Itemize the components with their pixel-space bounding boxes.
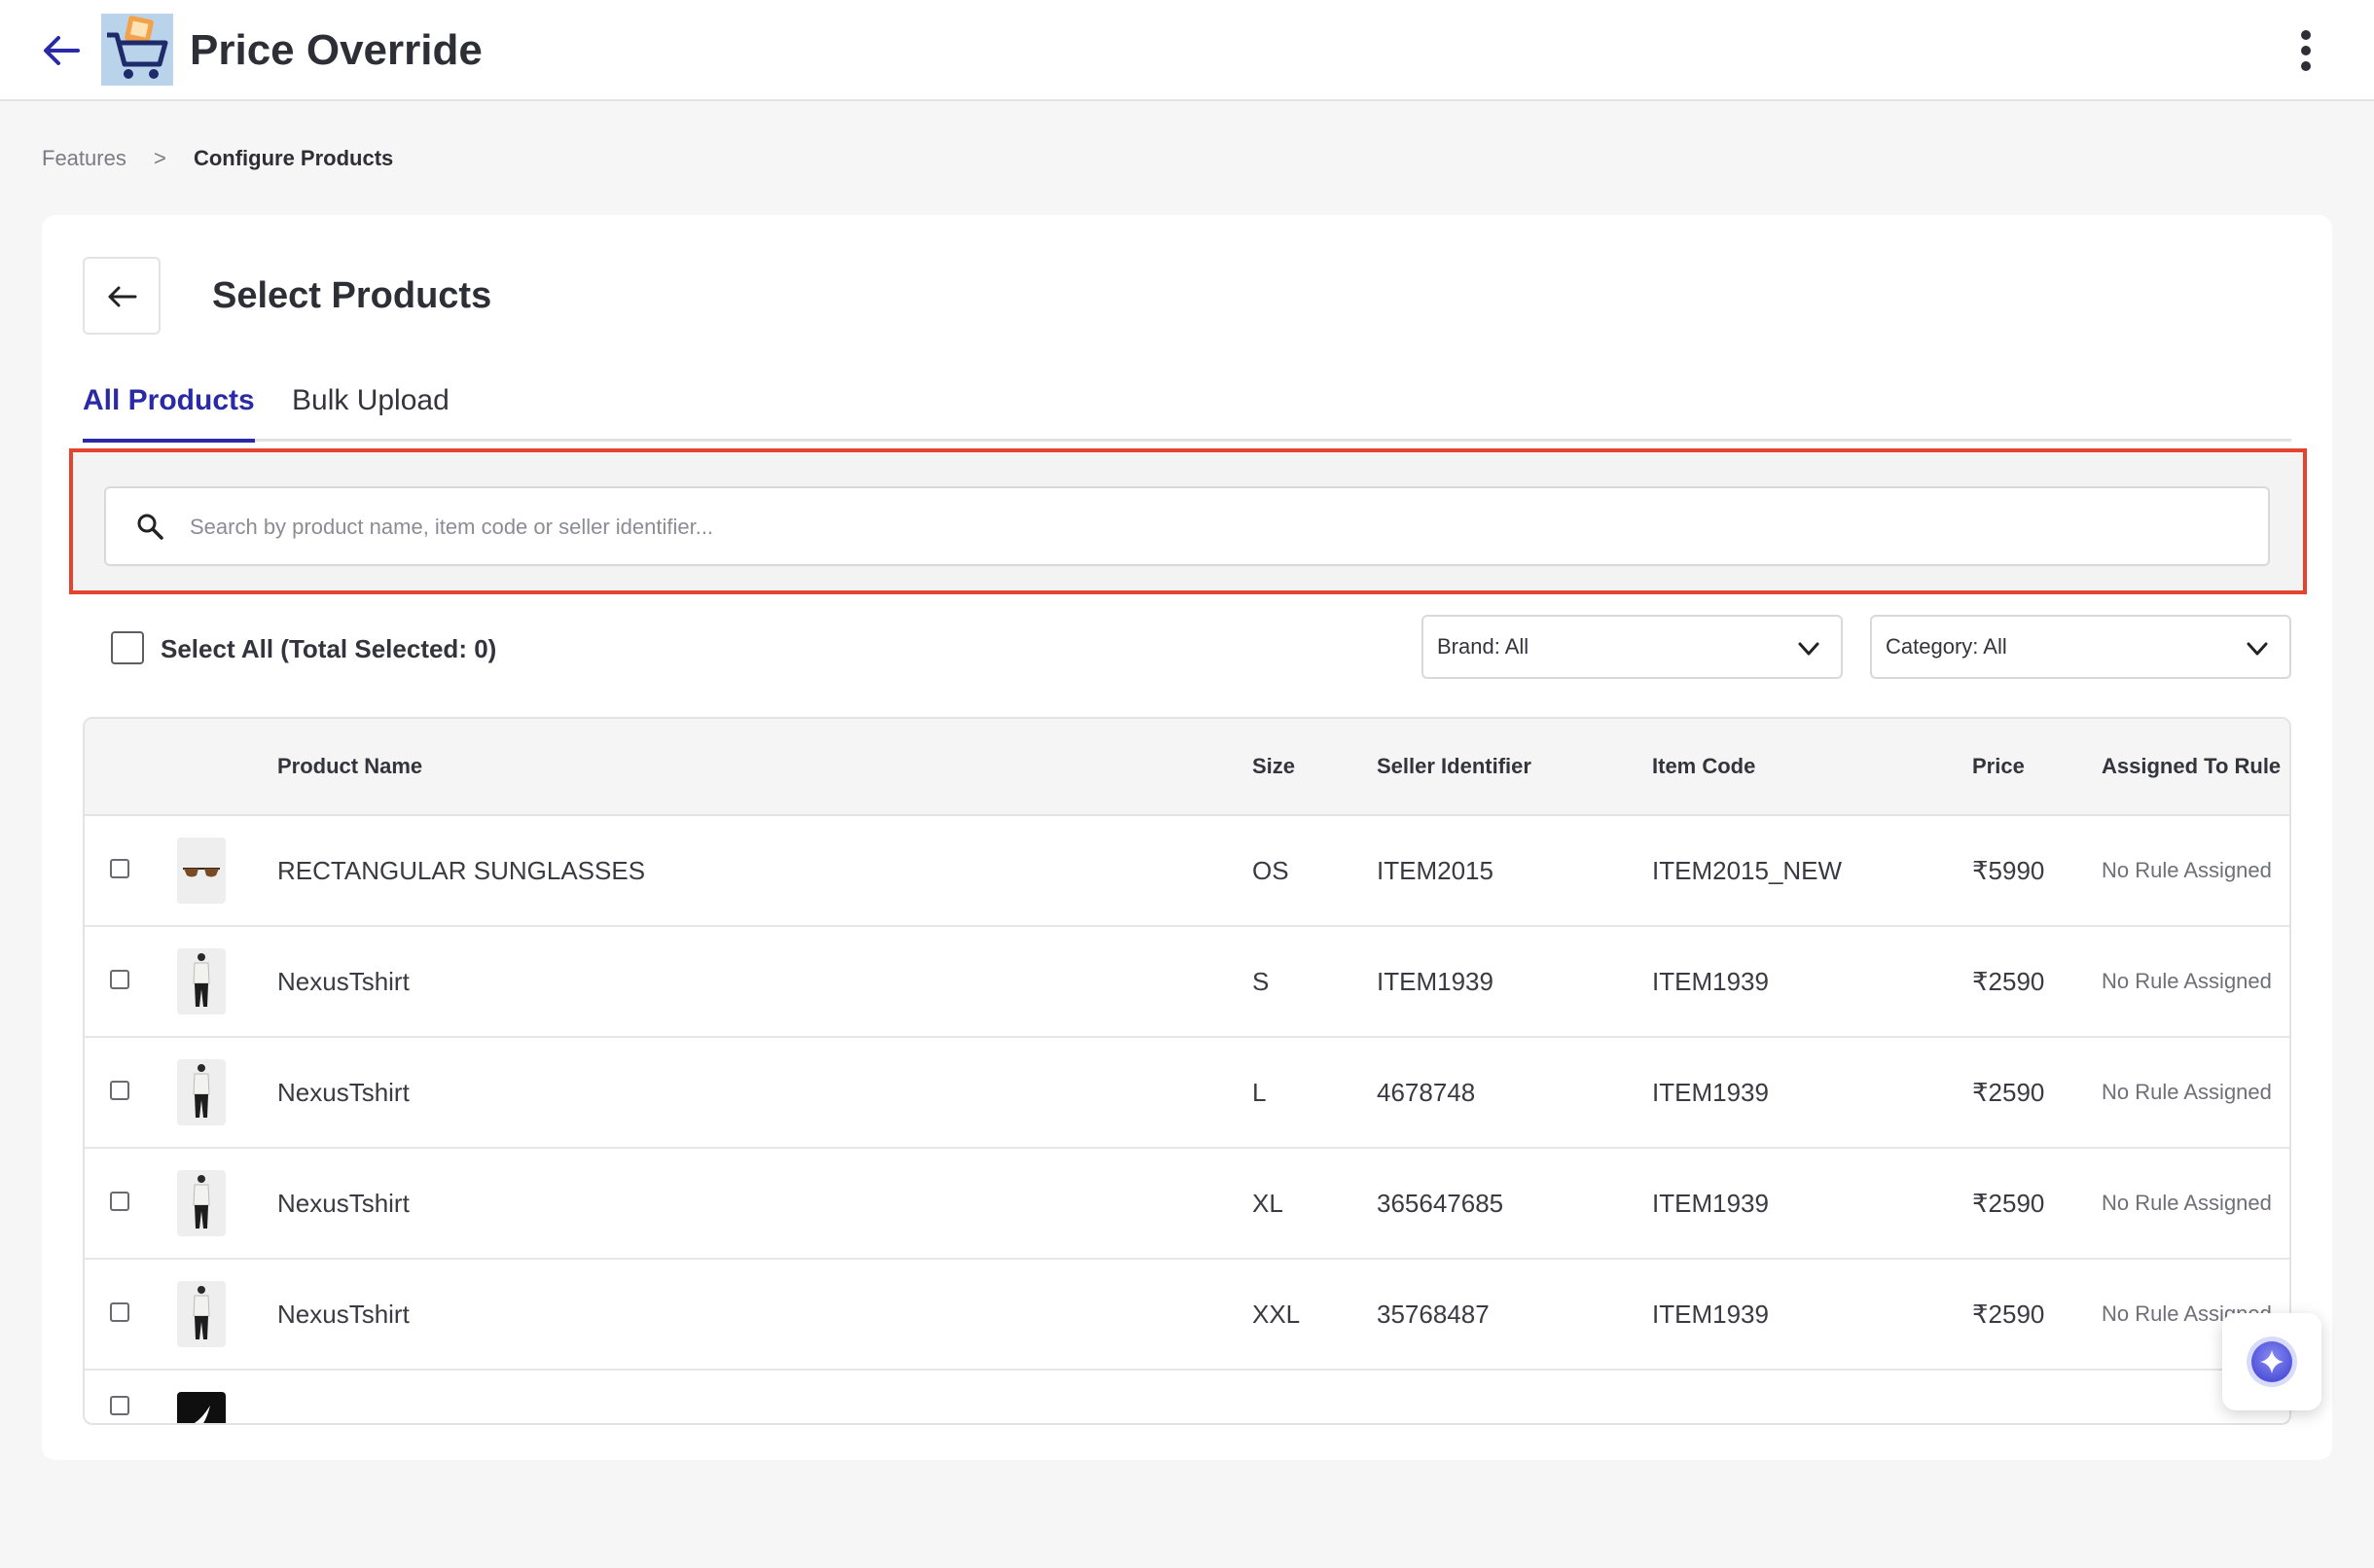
column-item-code[interactable]: Item Code [1652, 719, 1755, 814]
sparkle-assistant-icon [2247, 1336, 2297, 1387]
table-header: Product Name Size Seller Identifier Item… [85, 719, 2289, 816]
product-price: ₹2590 [1972, 1189, 2045, 1218]
sunglasses-icon [183, 868, 220, 877]
chevron-down-icon [1798, 642, 1819, 656]
product-size: XL [1252, 1189, 1283, 1218]
table-row[interactable]: RECTANGULAR SUNGLASSES OS ITEM2015 ITEM2… [85, 816, 2289, 927]
product-size: L [1252, 1078, 1267, 1107]
product-name: NexusTshirt [277, 1189, 410, 1218]
table-row[interactable]: NexusTshirt XXL 35768487 ITEM1939 ₹2590 … [85, 1260, 2289, 1371]
seller-identifier: ITEM1939 [1377, 967, 1493, 996]
item-code: ITEM2015_NEW [1652, 856, 1843, 885]
tab-bulk-upload[interactable]: Bulk Upload [292, 374, 450, 439]
seller-identifier: ITEM2015 [1377, 856, 1493, 885]
search-box[interactable] [104, 486, 2270, 566]
brand-filter-label: Brand: All [1437, 634, 1529, 659]
search-input[interactable] [188, 488, 2235, 566]
item-code: ITEM1939 [1652, 1300, 1769, 1329]
app-title: Price Override [190, 26, 483, 74]
brand-filter-dropdown[interactable]: Brand: All [1421, 615, 1843, 679]
table-row[interactable]: NexusTshirt L 4678748 ITEM1939 ₹2590 No … [85, 1038, 2289, 1149]
row-checkbox[interactable] [110, 1396, 129, 1415]
product-thumbnail [177, 948, 226, 1015]
row-checkbox[interactable] [110, 1192, 129, 1211]
product-price: ₹2590 [1972, 1300, 2045, 1329]
search-icon [137, 514, 163, 540]
product-thumbnail [177, 1059, 226, 1125]
product-size: XXL [1252, 1300, 1301, 1329]
seller-identifier: 365647685 [1377, 1189, 1504, 1218]
breadcrumb: Features > Configure Products [42, 144, 393, 173]
breadcrumb-configure-products: Configure Products [193, 146, 394, 170]
tshirt-model-icon [193, 1175, 210, 1229]
tshirt-model-icon [193, 953, 210, 1007]
column-price[interactable]: Price [1972, 719, 2025, 814]
product-name: NexusTshirt [277, 1078, 410, 1107]
product-thumbnail [177, 837, 226, 904]
arrow-left-icon [108, 286, 137, 307]
tab-bar: All Products Bulk Upload [83, 374, 2291, 443]
table-row[interactable]: NexusTshirt S ITEM1939 ITEM1939 ₹2590 No… [85, 927, 2289, 1038]
tshirt-model-icon [193, 1286, 210, 1339]
tab-all-products[interactable]: All Products [83, 374, 255, 443]
back-button[interactable] [83, 257, 161, 335]
seller-identifier: 35768487 [1377, 1300, 1490, 1329]
row-checkbox[interactable] [110, 859, 129, 878]
product-thumbnail [177, 1392, 226, 1423]
product-thumbnail [177, 1281, 226, 1347]
column-seller-identifier[interactable]: Seller Identifier [1377, 719, 1531, 814]
kebab-menu-icon[interactable] [2286, 25, 2325, 76]
row-checkbox[interactable] [110, 1302, 129, 1322]
products-table: Product Name Size Seller Identifier Item… [83, 717, 2291, 1425]
column-product-name[interactable]: Product Name [277, 719, 422, 814]
assigned-rule: No Rule Assigned [2102, 1080, 2272, 1104]
category-filter-dropdown[interactable]: Category: All [1870, 615, 2291, 679]
product-size: S [1252, 967, 1270, 996]
column-size[interactable]: Size [1252, 719, 1295, 814]
table-row[interactable]: NexusTshirt XL 365647685 ITEM1939 ₹2590 … [85, 1149, 2289, 1260]
item-code: ITEM1939 [1652, 1078, 1769, 1107]
item-code: ITEM1939 [1652, 967, 1769, 996]
row-checkbox[interactable] [110, 1081, 129, 1100]
select-products-card: Select Products All Products Bulk Upload… [42, 215, 2332, 1460]
chevron-down-icon [2247, 642, 2268, 656]
assigned-rule: No Rule Assigned [2102, 858, 2272, 882]
product-name: NexusTshirt [277, 1300, 410, 1329]
product-name: RECTANGULAR SUNGLASSES [277, 856, 646, 885]
category-filter-label: Category: All [1886, 634, 2007, 659]
table-row[interactable] [85, 1371, 2289, 1423]
breadcrumb-features[interactable]: Features [42, 146, 126, 170]
shopping-cart-logo [101, 14, 173, 86]
column-assigned-to-rule[interactable]: Assigned To Rule [2102, 719, 2281, 814]
row-checkbox[interactable] [110, 970, 129, 989]
brand-logo-icon [194, 1406, 210, 1423]
assistant-fab-button[interactable] [2222, 1313, 2321, 1410]
tshirt-model-icon [193, 1064, 210, 1118]
product-price: ₹2590 [1972, 967, 2045, 996]
product-size: OS [1252, 856, 1289, 885]
app-header: Price Override [0, 0, 2374, 101]
assigned-rule: No Rule Assigned [2102, 969, 2272, 993]
product-thumbnail [177, 1170, 226, 1236]
select-all-label: Select All (Total Selected: 0) [161, 634, 497, 663]
product-name: NexusTshirt [277, 967, 410, 996]
select-all-checkbox[interactable] [111, 631, 144, 664]
product-price: ₹2590 [1972, 1078, 2045, 1107]
page-title: Select Products [212, 275, 492, 316]
item-code: ITEM1939 [1652, 1189, 1769, 1218]
arrow-left-icon[interactable] [39, 27, 86, 74]
breadcrumb-separator: > [153, 146, 166, 170]
assigned-rule: No Rule Assigned [2102, 1191, 2272, 1215]
product-price: ₹5990 [1972, 856, 2045, 885]
seller-identifier: 4678748 [1377, 1078, 1476, 1107]
